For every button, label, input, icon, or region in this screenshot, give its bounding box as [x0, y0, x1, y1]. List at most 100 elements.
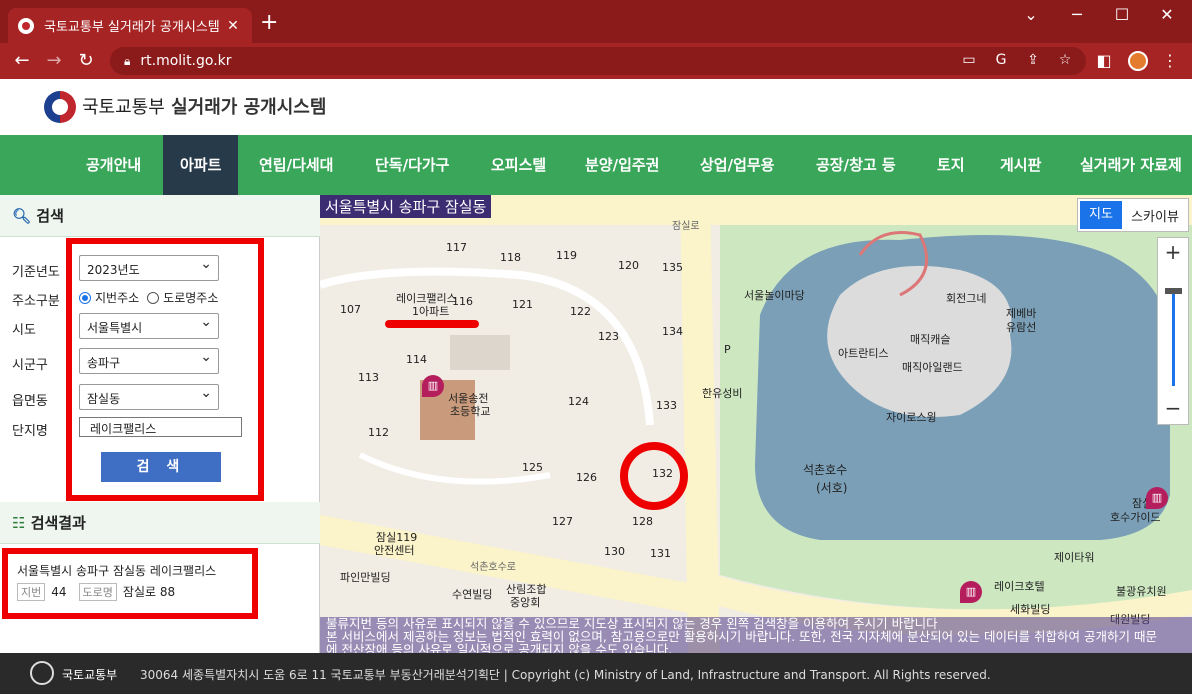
zoom-control: + −	[1157, 237, 1189, 425]
place-label-madang: 서울놀이마당	[744, 289, 805, 302]
building-label: 131	[650, 547, 671, 560]
map-location-title: 서울특별시 송파구 잠실동	[320, 195, 492, 218]
list-icon: ☷	[12, 514, 26, 532]
place-label-fire-2: 안전센터	[374, 544, 415, 557]
profile-avatar[interactable]	[1128, 51, 1148, 71]
apartment-marker-icon[interactable]: ▥	[1146, 487, 1168, 509]
nav-item-factory[interactable]: 공장/창고 등	[816, 135, 896, 195]
nav-item-townhouse[interactable]: 연립/다세대	[259, 135, 333, 195]
nav-item-board[interactable]: 게시판	[1000, 135, 1041, 195]
building-label: 119	[556, 249, 577, 262]
search-icon: 🔍︎	[12, 207, 32, 225]
nav-item-guide[interactable]: 공개안내	[86, 135, 141, 195]
footer-logo-icon	[30, 661, 54, 685]
site-title[interactable]: 국토교통부 실거래가 공개시스템	[82, 93, 326, 119]
browser-tab[interactable]: 국토교통부 실거래가 공개시스템 ✕	[8, 8, 252, 43]
back-icon[interactable]: ←	[10, 51, 34, 71]
place-label-school-2: 초등학교	[450, 405, 491, 418]
google-icon[interactable]: G	[992, 52, 1010, 68]
browser-tab-bar: 국토교통부 실거래가 공개시스템 ✕ + ⌄ ─ ☐ ✕	[0, 0, 1192, 43]
apartment-marker-icon[interactable]: ▥	[422, 375, 444, 397]
maximize-button[interactable]: ☐	[1099, 5, 1145, 24]
dong-label: 읍면동	[12, 394, 48, 409]
window-close-button[interactable]: ✕	[1144, 5, 1190, 24]
url-text: rt.molit.go.kr	[140, 53, 232, 69]
map-view-button[interactable]: 지도	[1080, 201, 1122, 229]
place-label-kindergarten: 불광유치원	[1116, 585, 1167, 598]
building-label: 126	[576, 471, 597, 484]
search-panel: 🔍︎ 검색 기준년도 2023년도 주소구분 지번주소 도로명주소 시도 서울특…	[0, 195, 320, 653]
building-label: 120	[618, 259, 639, 272]
building-label: 122	[570, 305, 591, 318]
place-label-hanyu: 한유성비	[702, 387, 743, 400]
building-label: 117	[446, 241, 467, 254]
road-label-seokchon: 석촌호수로	[470, 562, 516, 573]
share-icon[interactable]: ⇪	[1024, 52, 1042, 68]
map-view[interactable]: 117 118 119 120 135 107 116 121 122 123 …	[320, 195, 1192, 653]
nav-item-presale[interactable]: 분양/입주권	[585, 135, 659, 195]
address-type-label: 주소구분	[12, 294, 60, 309]
building-label: 130	[604, 545, 625, 558]
forward-icon[interactable]: →	[42, 51, 66, 71]
reload-icon[interactable]: ↻	[74, 51, 98, 71]
lock-icon: 🔒︎	[124, 53, 131, 68]
place-label-seoho: (서호)	[816, 481, 848, 495]
sigungu-label: 시군구	[12, 358, 48, 373]
minimize-button[interactable]: ─	[1054, 5, 1100, 24]
place-label-pine: 파인만빌딩	[340, 571, 391, 584]
zoom-slider-track[interactable]	[1172, 290, 1175, 386]
place-label-swing: 회전그네	[946, 292, 987, 305]
favicon-icon	[18, 17, 34, 34]
nav-item-data[interactable]: 실거래가 자료제	[1080, 135, 1182, 195]
zoom-out-button[interactable]: −	[1158, 396, 1188, 420]
nav-item-commercial[interactable]: 상업/업무용	[700, 135, 774, 195]
cast-icon[interactable]: ▭	[960, 52, 978, 68]
menu-kebab-icon[interactable]: ⋮	[1160, 51, 1180, 70]
building-label: 114	[406, 353, 427, 366]
map-canvas	[320, 195, 1192, 653]
new-tab-button[interactable]: +	[260, 12, 278, 34]
chevron-down-icon[interactable]: ⌄	[1008, 5, 1054, 24]
ministry-logo-icon[interactable]	[44, 91, 76, 123]
building-label: 113	[358, 371, 379, 384]
place-label-apt: 1아파트	[412, 305, 450, 318]
place-label-magic-castle: 매직캐슬	[910, 333, 951, 346]
nav-item-apartment[interactable]: 아파트	[163, 135, 239, 195]
results-heading-text: 검색결과	[30, 514, 86, 532]
building-label: 118	[500, 251, 521, 264]
parking-icon: P	[724, 343, 731, 356]
nav-item-officetel[interactable]: 오피스텔	[491, 135, 546, 195]
results-heading: ☷ 검색결과	[0, 502, 320, 544]
building-label: 121	[512, 298, 533, 311]
building-label: 124	[568, 395, 589, 408]
nav-item-land[interactable]: 토지	[937, 135, 965, 195]
place-label-cruise: 유람선	[1006, 321, 1037, 334]
address-bar[interactable]: 🔒︎ rt.molit.go.kr ▭ G ⇪ ☆	[110, 47, 1086, 75]
building-label: 107	[340, 303, 361, 316]
bookmark-star-icon[interactable]: ☆	[1056, 52, 1074, 68]
place-label-sillim-2: 중앙회	[510, 596, 541, 609]
tab-close-icon[interactable]: ✕	[224, 18, 242, 34]
map-type-toggle: 지도 스카이뷰	[1077, 198, 1189, 232]
map-notice: 불류지번 등의 사유로 표시되지 않을 수 있으므로 지도상 표시되지 않는 경…	[320, 617, 1192, 655]
building-label: 127	[552, 515, 573, 528]
zoom-slider-handle[interactable]	[1165, 288, 1182, 294]
skyview-button[interactable]: 스카이뷰	[1122, 206, 1188, 225]
browser-toolbar: ← → ↻ 🔒︎ rt.molit.go.kr ▭ G ⇪ ☆ ◧ ⋮	[0, 43, 1192, 79]
underline-annotation	[385, 320, 479, 328]
year-label: 기준년도	[12, 265, 60, 280]
nav-item-detached[interactable]: 단독/다가구	[375, 135, 449, 195]
tab-title: 국토교통부 실거래가 공개시스템	[44, 20, 220, 35]
place-label-jtower: 제이타워	[1054, 551, 1095, 564]
place-label-suyeon: 수연빌딩	[452, 588, 493, 601]
main-nav: 공개안내 아파트 연립/다세대 단독/다가구 오피스텔 분양/입주권 상업/업무…	[0, 135, 1192, 195]
apartment-marker-icon[interactable]: ▥	[960, 581, 982, 603]
site-header: 국토교통부 실거래가 공개시스템	[0, 79, 1192, 135]
footer-address: 30064 세종특별자치시 도움 6로 11 국토교통부 부동산거래분석기획단 …	[140, 668, 991, 682]
sidepanel-icon[interactable]: ◧	[1094, 51, 1114, 70]
building-label: 133	[656, 399, 677, 412]
complex-label: 단지명	[12, 424, 48, 439]
zoom-in-button[interactable]: +	[1158, 240, 1188, 264]
place-label-sehwa: 세화빌딩	[1010, 603, 1051, 616]
place-label-gyro: 자이로스윙	[886, 411, 937, 424]
